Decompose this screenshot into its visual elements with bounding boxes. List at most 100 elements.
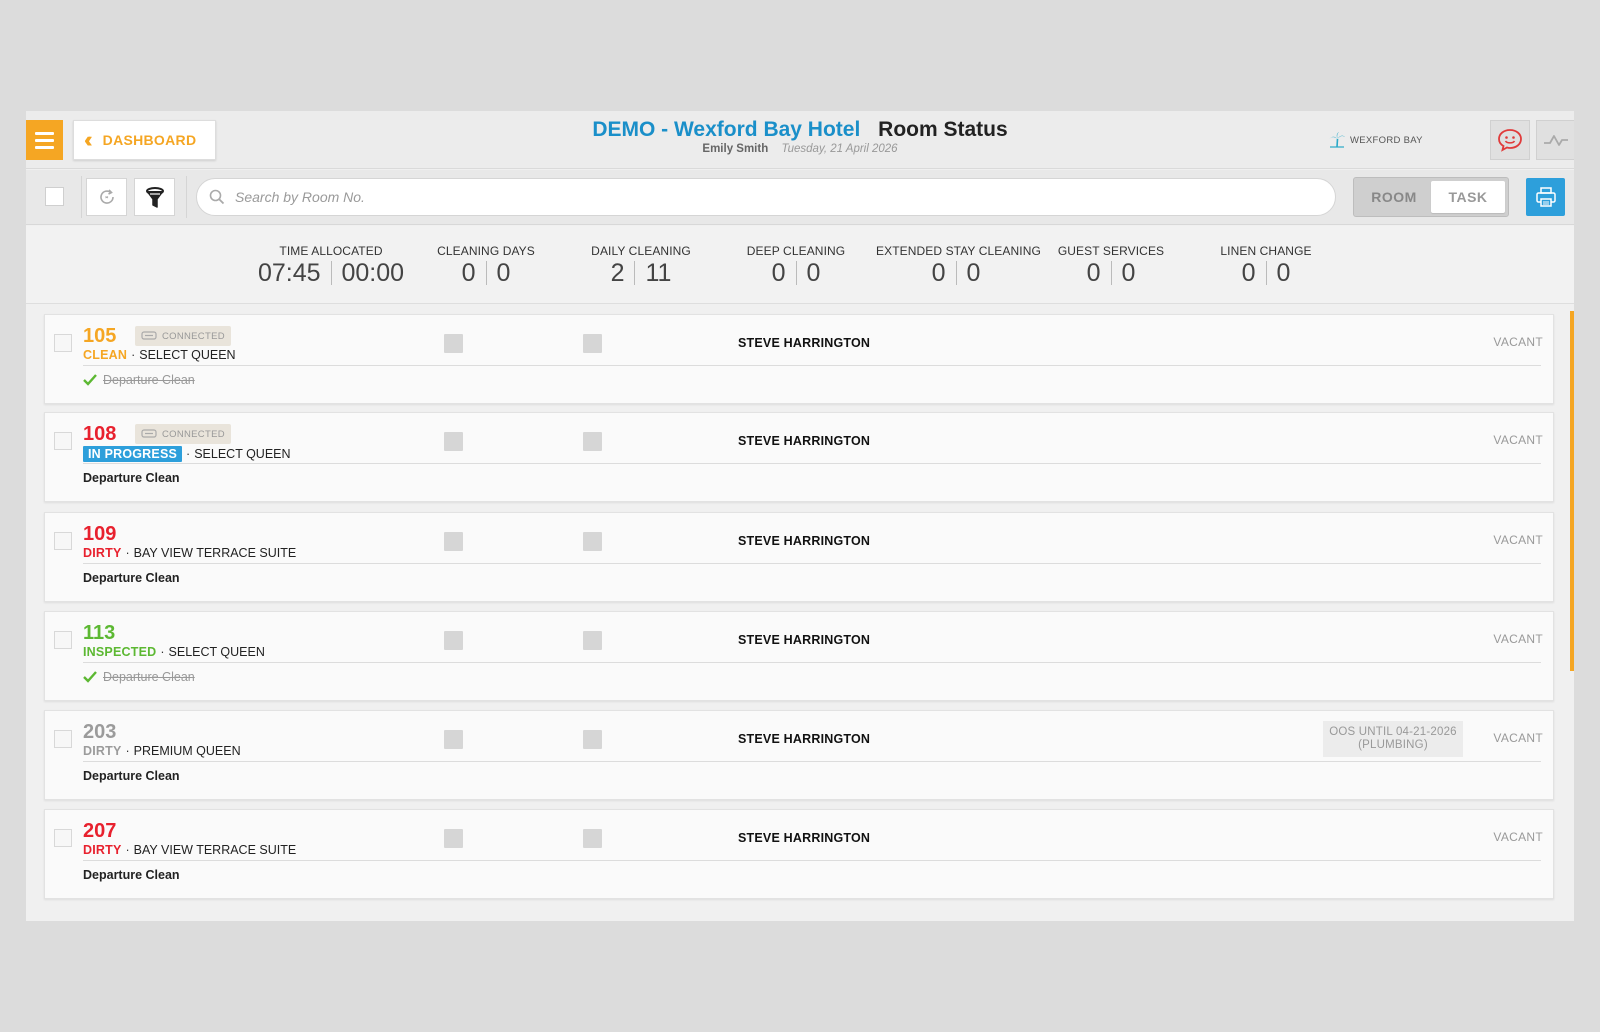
room-status: CLEAN (83, 348, 128, 362)
room-row[interactable]: 203 DIRTY · PREMIUM QUEEN Departure Clea… (44, 710, 1554, 800)
hotel-title: DEMO - Wexford Bay Hotel (592, 118, 861, 141)
search-bar (196, 178, 1336, 216)
connected-badge: CONNECTED (135, 326, 231, 346)
attendant-name: STEVE HARRINGTON (738, 434, 871, 448)
room-number: 207 (83, 820, 117, 842)
activity-pulse-icon (1544, 135, 1568, 146)
activity-button[interactable] (1536, 120, 1574, 160)
room-row[interactable]: 109 DIRTY · BAY VIEW TERRACE SUITE Depar… (44, 512, 1554, 602)
room-status: DIRTY (83, 843, 122, 857)
refresh-button[interactable] (86, 178, 127, 216)
refresh-icon (99, 189, 114, 204)
room-type: SELECT QUEEN (139, 348, 236, 362)
chat-button[interactable] (1490, 120, 1530, 160)
room-number: 203 (83, 721, 117, 743)
room-status: INSPECTED (83, 645, 157, 659)
stat-cleaning-days: CLEANING DAYS 00 (437, 244, 535, 287)
task-item[interactable]: Departure Clean (83, 571, 180, 585)
palm-tree-icon (1329, 132, 1345, 148)
occupancy-status: VACANT (1493, 335, 1543, 349)
task-checkbox[interactable] (444, 730, 463, 749)
stat-guest-services: GUEST SERVICES 00 (1057, 244, 1165, 287)
connected-badge: CONNECTED (135, 424, 231, 444)
room-status: DIRTY (83, 546, 122, 560)
room-row[interactable]: 108 CONNECTED IN PROGRESS · SELECT QUEEN… (44, 412, 1554, 502)
page-title: Room Status (878, 118, 1008, 141)
attendant-name: STEVE HARRINGTON (738, 633, 871, 647)
occupancy-status: VACANT (1493, 830, 1543, 844)
room-row[interactable]: 113 INSPECTED · SELECT QUEEN Departure C… (44, 611, 1554, 701)
occupancy-status: VACANT (1493, 533, 1543, 547)
room-status-line: DIRTY · BAY VIEW TERRACE SUITE (83, 546, 297, 560)
occupancy-status: VACANT (1493, 731, 1543, 745)
occupancy-status: VACANT (1493, 632, 1543, 646)
task-checkbox[interactable] (583, 334, 602, 353)
room-type: SELECT QUEEN (194, 447, 291, 461)
room-status-line: DIRTY · PREMIUM QUEEN (83, 744, 241, 758)
toolbar: ROOM TASK (26, 170, 1574, 225)
task-checkbox[interactable] (444, 532, 463, 551)
select-all-checkbox[interactable] (45, 187, 64, 206)
room-row[interactable]: 105 CONNECTED CLEAN · SELECT QUEEN Depar… (44, 314, 1554, 404)
attendant-name: STEVE HARRINGTON (738, 336, 871, 350)
room-status-app: ‹‹ DASHBOARD DEMO - Wexford Bay Hotel Ro… (26, 111, 1574, 921)
task-item[interactable]: Departure Clean (83, 373, 195, 387)
room-type: BAY VIEW TERRACE SUITE (133, 843, 297, 857)
current-date: Tuesday, 21 April 2026 (781, 143, 898, 155)
toggle-task[interactable]: TASK (1431, 181, 1505, 213)
task-item[interactable]: Departure Clean (83, 769, 180, 783)
row-checkbox[interactable] (54, 730, 72, 748)
room-number: 113 (83, 622, 116, 644)
out-of-service-badge: OOS UNTIL 04-21-2026 (PLUMBING) (1323, 721, 1463, 757)
attendant-name: STEVE HARRINGTON (738, 732, 871, 746)
printer-icon (1535, 187, 1556, 207)
room-type: BAY VIEW TERRACE SUITE (133, 546, 297, 560)
row-checkbox[interactable] (54, 334, 72, 352)
summary-bar: TIME ALLOCATED 07:45 00:00 CLEANING DAYS … (26, 226, 1574, 304)
user-name: Emily Smith (702, 143, 769, 155)
task-checkbox[interactable] (444, 334, 463, 353)
filter-funnel-icon (145, 187, 164, 208)
task-checkbox[interactable] (583, 432, 602, 451)
stat-daily-cleaning: DAILY CLEANING 2 11 (591, 244, 691, 287)
occupancy-status: VACANT (1493, 433, 1543, 447)
search-input[interactable] (235, 189, 1315, 205)
room-number: 109 (83, 523, 117, 545)
row-checkbox[interactable] (54, 829, 72, 847)
task-checkbox[interactable] (583, 532, 602, 551)
print-button[interactable] (1526, 178, 1565, 216)
room-type: SELECT QUEEN (168, 645, 265, 659)
room-number: 108 (83, 423, 117, 445)
task-item[interactable]: Departure Clean (83, 670, 195, 684)
check-icon (83, 374, 97, 386)
toolbar-divider (81, 176, 82, 218)
stat-linen-change: LINEN CHANGE 00 (1220, 244, 1312, 287)
room-status: IN PROGRESS (83, 446, 183, 462)
row-checkbox[interactable] (54, 532, 72, 550)
row-checkbox[interactable] (54, 432, 72, 450)
room-status-line: DIRTY · BAY VIEW TERRACE SUITE (83, 843, 297, 857)
row-checkbox[interactable] (54, 631, 72, 649)
brand-logo: WEXFORD BAY (1328, 132, 1423, 148)
toolbar-divider (186, 176, 187, 218)
task-checkbox[interactable] (444, 631, 463, 650)
task-item[interactable]: Departure Clean (83, 471, 180, 485)
app-header: ‹‹ DASHBOARD DEMO - Wexford Bay Hotel Ro… (26, 111, 1574, 169)
task-checkbox[interactable] (583, 631, 602, 650)
task-item[interactable]: Departure Clean (83, 868, 180, 882)
room-status-line: CLEAN · SELECT QUEEN (83, 348, 236, 362)
room-status-line: INSPECTED · SELECT QUEEN (83, 645, 265, 659)
connected-rooms-icon (141, 429, 157, 438)
room-row[interactable]: 207 DIRTY · BAY VIEW TERRACE SUITE Depar… (44, 809, 1554, 899)
chat-smiley-icon (1498, 129, 1522, 152)
task-checkbox[interactable] (444, 432, 463, 451)
task-checkbox[interactable] (583, 730, 602, 749)
toggle-room[interactable]: ROOM (1357, 181, 1431, 213)
task-checkbox[interactable] (444, 829, 463, 848)
task-checkbox[interactable] (583, 829, 602, 848)
brand-name: WEXFORD BAY (1350, 134, 1423, 146)
filter-button[interactable] (134, 178, 175, 216)
room-number: 105 (83, 325, 117, 347)
connected-rooms-icon (141, 331, 157, 340)
room-status-line: IN PROGRESS · SELECT QUEEN (83, 446, 291, 462)
